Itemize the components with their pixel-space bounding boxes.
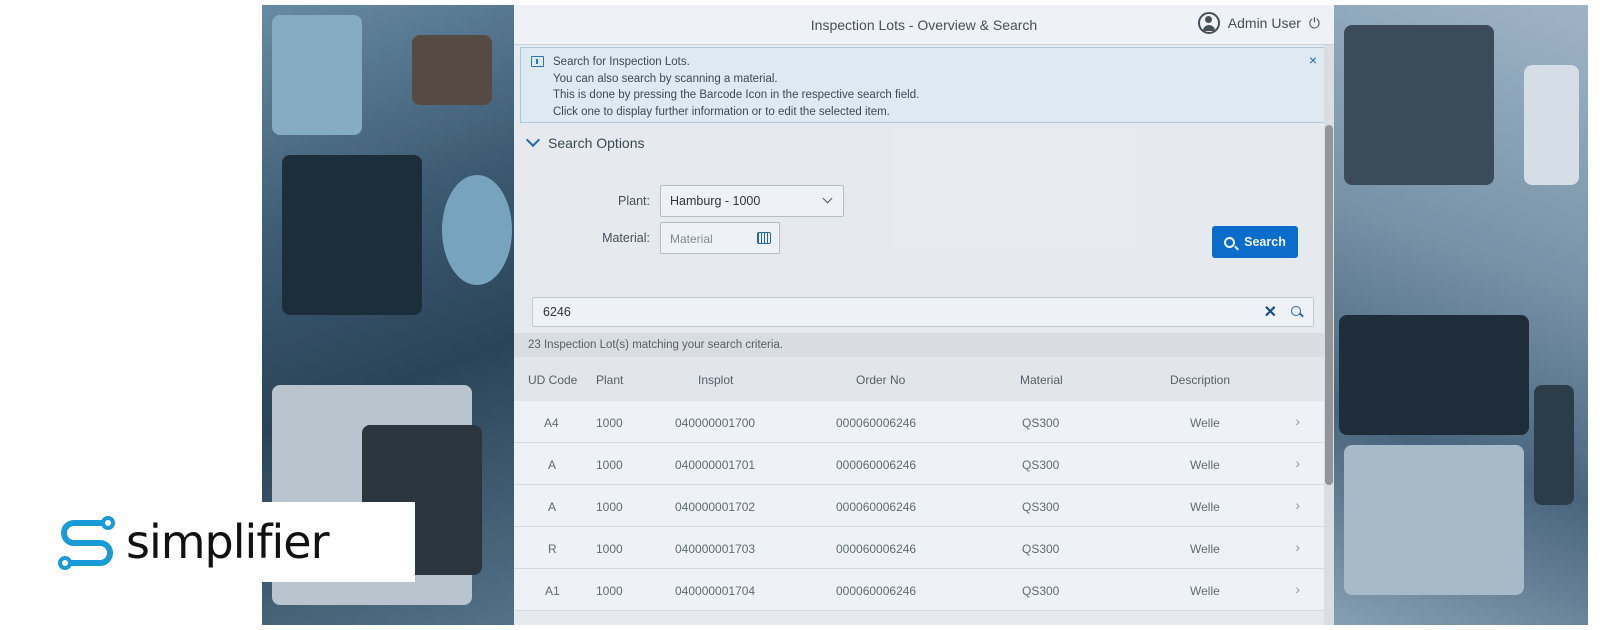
column-header-description: Description — [1170, 373, 1231, 387]
cell-description: Welle — [1190, 542, 1220, 556]
cell-description: Welle — [1190, 584, 1220, 598]
photo-object — [272, 15, 362, 135]
material-label: Material: — [602, 231, 650, 245]
scrollbar[interactable] — [1324, 45, 1334, 625]
cell-ud-code: A — [548, 458, 557, 472]
results-table-body: A4 1000 040000001700 000060006246 QS300 … — [514, 401, 1324, 611]
cell-material: QS300 — [1022, 458, 1060, 472]
cell-description: Welle — [1190, 458, 1220, 472]
search-options-title: Search Options — [548, 135, 645, 151]
cell-order-no: 000060006246 — [836, 500, 917, 514]
cell-ud-code: A1 — [545, 584, 560, 598]
cell-plant: 1000 — [596, 584, 623, 598]
chevron-right-icon[interactable]: › — [1295, 497, 1300, 513]
photo-object — [1339, 315, 1529, 435]
material-row: Material: Material — [514, 222, 780, 254]
photo-object — [412, 35, 492, 105]
chevron-down-icon[interactable] — [525, 132, 541, 148]
table-row[interactable]: R 1000 040000001703 000060006246 QS300 W… — [514, 527, 1324, 569]
logo-box: simplifier — [0, 502, 415, 582]
photo-object — [1344, 25, 1494, 185]
clear-icon[interactable]: ✕ — [1264, 302, 1277, 322]
column-header-material: Material — [1020, 373, 1063, 387]
info-line: You can also search by scanning a materi… — [553, 72, 778, 85]
cell-order-no: 000060006246 — [836, 542, 917, 556]
info-message-strip: Search for Inspection Lots. You can also… — [520, 47, 1328, 123]
chevron-right-icon[interactable]: › — [1295, 539, 1300, 555]
column-header-ud-code: UD Code — [528, 373, 578, 387]
search-options-header[interactable]: Search Options — [514, 123, 1334, 163]
table-row[interactable]: A4 1000 040000001700 000060006246 QS300 … — [514, 401, 1324, 443]
cell-description: Welle — [1190, 500, 1220, 514]
user-name[interactable]: Admin User — [1228, 15, 1301, 31]
cell-plant: 1000 — [596, 500, 623, 514]
cell-order-no: 000060006246 — [836, 458, 917, 472]
photo-object — [1534, 385, 1574, 505]
cell-ud-code: R — [548, 542, 557, 556]
barcode-icon[interactable] — [757, 232, 771, 244]
chevron-right-icon[interactable]: › — [1295, 455, 1300, 471]
material-placeholder: Material — [670, 232, 713, 246]
search-icon — [1224, 236, 1236, 248]
info-line: Search for Inspection Lots. — [553, 56, 690, 68]
table-row[interactable]: A1 1000 040000001704 000060006246 QS300 … — [514, 569, 1324, 611]
background-photo-right — [1334, 5, 1588, 625]
cell-insplot: 040000001700 — [675, 416, 756, 430]
plant-row: Plant: Hamburg - 1000 — [514, 185, 844, 217]
info-line: This is done by pressing the Barcode Ico… — [553, 89, 920, 101]
cell-plant: 1000 — [596, 458, 623, 472]
plant-select[interactable]: Hamburg - 1000 — [660, 185, 844, 217]
cell-material: QS300 — [1022, 416, 1060, 430]
cell-order-no: 000060006246 — [836, 584, 917, 598]
top-bar: Inspection Lots - Overview & Search Admi… — [514, 5, 1334, 45]
plant-select-value: Hamburg - 1000 — [670, 194, 761, 208]
info-book-icon — [531, 56, 544, 67]
column-header-plant: Plant — [596, 373, 624, 387]
search-button-label: Search — [1244, 235, 1286, 249]
plant-label: Plant: — [618, 194, 650, 208]
result-count: 23 Inspection Lot(s) matching your searc… — [514, 333, 1324, 357]
power-icon[interactable]: ⏻ — [1309, 15, 1320, 32]
app-window: Inspection Lots - Overview & Search Admi… — [514, 5, 1334, 625]
cell-insplot: 040000001704 — [675, 584, 756, 598]
cell-insplot: 040000001701 — [675, 458, 756, 472]
cell-ud-code: A — [548, 500, 557, 514]
material-input[interactable]: Material — [660, 222, 780, 254]
filter-value: 6246 — [543, 305, 571, 319]
table-header: UD Code Plant Insplot Order No Material … — [514, 357, 1324, 401]
cell-plant: 1000 — [596, 542, 623, 556]
cell-material: QS300 — [1022, 584, 1060, 598]
cell-ud-code: A4 — [544, 416, 559, 430]
column-header-insplot: Insplot — [698, 373, 734, 387]
photo-object — [282, 155, 422, 315]
filter-input[interactable]: 6246 ✕ — [532, 297, 1314, 327]
user-menu[interactable]: Admin User ⏻ — [1197, 12, 1320, 34]
cell-material: QS300 — [1022, 500, 1060, 514]
cell-insplot: 040000001702 — [675, 500, 756, 514]
logo-text: simplifier — [126, 515, 330, 569]
cell-plant: 1000 — [596, 416, 623, 430]
photo-object — [1344, 445, 1524, 595]
cell-insplot: 040000001703 — [675, 542, 756, 556]
cell-material: QS300 — [1022, 542, 1060, 556]
photo-object — [442, 175, 512, 285]
search-button[interactable]: Search — [1212, 226, 1298, 258]
cell-order-no: 000060006246 — [836, 416, 917, 430]
simplifier-logo-icon — [58, 516, 115, 570]
scrollbar-thumb[interactable] — [1325, 125, 1333, 485]
search-icon[interactable] — [1291, 306, 1301, 316]
chevron-down-icon[interactable] — [822, 193, 833, 204]
user-avatar-icon[interactable] — [1197, 12, 1220, 34]
column-header-order-no: Order No — [856, 373, 906, 387]
info-line: Click one to display further information… — [553, 105, 890, 118]
table-row[interactable]: A 1000 040000001701 000060006246 QS300 W… — [514, 443, 1324, 485]
photo-object — [1524, 65, 1579, 185]
cell-description: Welle — [1190, 416, 1220, 430]
close-icon[interactable]: × — [1309, 52, 1317, 69]
chevron-right-icon[interactable]: › — [1295, 413, 1300, 429]
chevron-right-icon[interactable]: › — [1295, 581, 1300, 597]
table-row[interactable]: A 1000 040000001702 000060006246 QS300 W… — [514, 485, 1324, 527]
